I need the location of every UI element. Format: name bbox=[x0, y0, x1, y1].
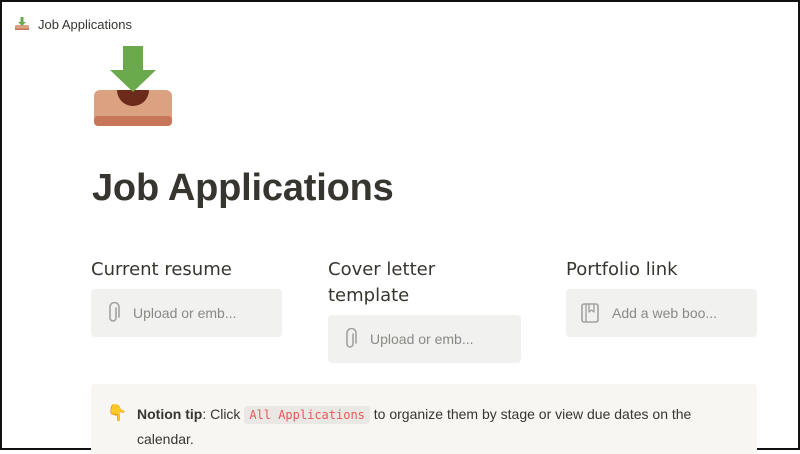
column-current-resume: Current resume Upload or emb... bbox=[91, 257, 282, 337]
column-cover-letter: Cover letter template Upload or emb... bbox=[328, 257, 521, 363]
embed-placeholder: Upload or emb... bbox=[370, 331, 474, 347]
file-embed-button[interactable]: Upload or emb... bbox=[91, 289, 282, 337]
embed-placeholder: Add a web boo... bbox=[612, 305, 718, 321]
paperclip-icon bbox=[346, 328, 357, 348]
inbox-download-icon bbox=[15, 17, 29, 30]
callout-label: Notion tip bbox=[137, 406, 203, 422]
file-embed-button[interactable]: Upload or emb... bbox=[328, 315, 521, 363]
column-heading[interactable]: Cover letter template bbox=[328, 257, 521, 309]
column-heading[interactable]: Portfolio link bbox=[566, 257, 757, 283]
callout-text: Notion tip: Click All Applications to or… bbox=[137, 402, 737, 454]
embed-placeholder: Upload or emb... bbox=[133, 305, 237, 321]
all-applications-link[interactable]: All Applications bbox=[244, 406, 370, 424]
breadcrumb[interactable]: Job Applications bbox=[14, 12, 132, 36]
bookmark-icon bbox=[581, 303, 599, 323]
notion-tip-callout: 👇 Notion tip: Click All Applications to … bbox=[91, 384, 757, 454]
paperclip-icon bbox=[109, 302, 120, 322]
column-portfolio-link: Portfolio link Add a web boo... bbox=[566, 257, 757, 337]
pointing-down-icon: 👇 bbox=[107, 403, 127, 422]
inbox-download-icon[interactable] bbox=[90, 46, 176, 128]
callout-text-before: : Click bbox=[202, 406, 245, 422]
bookmark-embed-button[interactable]: Add a web boo... bbox=[566, 289, 757, 337]
window-title: Job Applications bbox=[38, 16, 132, 32]
column-heading[interactable]: Current resume bbox=[91, 257, 282, 283]
page-title[interactable]: Job Applications bbox=[92, 167, 394, 210]
